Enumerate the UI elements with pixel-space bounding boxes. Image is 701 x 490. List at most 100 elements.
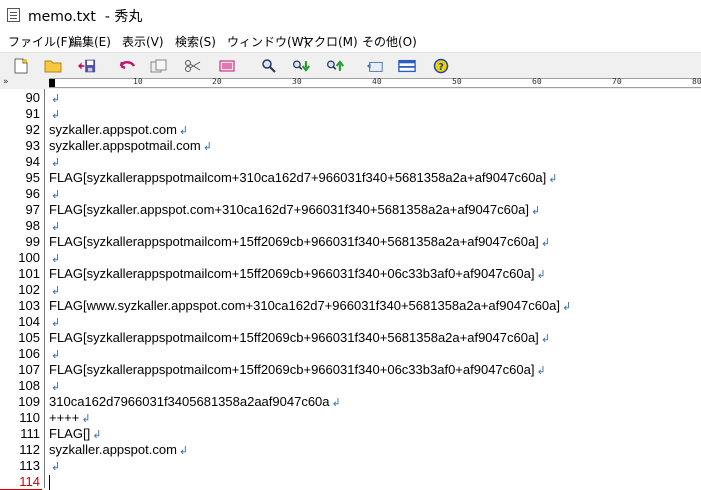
eol-mark-icon: ↲ [81,413,91,425]
text-line[interactable]: ↲ [49,250,60,267]
line-number: 112 [19,442,40,457]
line-number: 90 [25,90,40,105]
eol-mark-icon: ↲ [51,157,61,169]
eol-mark-icon: ↲ [331,397,341,409]
line-text: FLAG[syzkallerappspotmailcom+15ff2069cb+… [49,330,539,345]
text-line[interactable]: ↲ [49,154,60,171]
menu-view[interactable]: 表示(V) [122,33,164,50]
text-line[interactable]: FLAG[www.syzkaller.appspot.com+310ca162d… [49,298,571,315]
line-text: FLAG[] [49,426,91,441]
text-line[interactable]: ↲ [49,106,60,123]
text-line[interactable]: FLAG[syzkallerappspotmailcom+310ca162d7+… [49,170,558,187]
text-line[interactable]: syzkaller.appspotmail.com ↲ [49,138,212,155]
line-number: 111 [20,426,40,441]
text-line[interactable]: FLAG[syzkallerappspotmailcom+15ff2069cb+… [49,234,550,251]
new-file-icon[interactable] [12,57,30,75]
text-line[interactable]: ↲ [49,314,60,331]
text-line[interactable]: 310ca162d7966031f3405681358a2aaf9047c60a… [49,394,341,411]
line-number: 105 [18,330,40,345]
menu-other[interactable]: その他(O) [362,33,417,50]
line-number: 98 [25,218,40,233]
cut-icon[interactable] [184,57,202,75]
line-number: 108 [18,378,40,393]
line-text: syzkaller.appspotmail.com [49,138,201,153]
find-next-down-icon[interactable] [292,57,310,75]
text-line[interactable]: FLAG[] ↲ [49,426,101,443]
help-icon[interactable]: ? [432,57,450,75]
line-number: 93 [25,138,40,153]
eol-mark-icon: ↲ [51,317,61,329]
save-icon[interactable] [78,57,96,75]
line-number: 97 [25,202,40,217]
title-bar: memo.txt - 秀丸 [0,0,701,31]
text-line[interactable]: ↲ [49,378,60,395]
text-line[interactable]: ↲ [49,282,60,299]
eol-mark-icon: ↲ [530,205,541,217]
text-line[interactable]: ↲ [49,346,60,363]
eol-mark-icon: ↲ [178,445,189,457]
eol-mark-icon: ↲ [51,349,61,361]
line-number-gutter: 90 91 92 93 94 95 96 97 98 99 100 101 102 103 104 105 10… [0,89,42,490]
text-line[interactable]: FLAG[syzkaller.appspot.com+310ca162d7+96… [49,202,540,219]
line-number: 95 [25,170,40,185]
line-number: 102 [18,282,40,297]
eol-mark-icon: ↲ [51,93,61,105]
grep-icon[interactable] [366,57,384,75]
eol-mark-icon: ↲ [51,221,61,233]
find-next-up-icon[interactable] [326,57,344,75]
eol-mark-icon: ↲ [51,253,61,265]
line-text: FLAG[syzkaller.appspot.com+310ca162d7+96… [49,202,529,217]
text-line[interactable]: ↲ [49,186,60,203]
undo-icon[interactable] [118,57,136,75]
eol-mark-icon: ↲ [51,189,61,201]
toolbar: ? [0,52,701,78]
menu-window[interactable]: ウィンドウ(W) [227,33,308,50]
line-number: 96 [25,186,40,201]
text-line[interactable]: FLAG[syzkallerappspotmailcom+15ff2069cb+… [49,330,550,347]
text-line[interactable]: syzkaller.appspot.com ↲ [49,122,188,139]
text-editor[interactable]: 90 91 92 93 94 95 96 97 98 99 100 101 102 103 104 105 10… [0,89,701,490]
line-number: 92 [25,122,40,137]
eol-mark-icon: ↲ [540,237,551,249]
line-number: 106 [18,346,40,361]
text-line[interactable]: ↲ [49,90,60,107]
text-line[interactable]: ++++ ↲ [49,410,91,427]
gutter-divider [44,89,45,488]
ruler-mark: 50 [452,77,462,86]
text-line[interactable]: ↲ [49,458,60,475]
ruler-mark: 20 [212,77,222,86]
line-text: 310ca162d7966031f3405681358a2aaf9047c60a [49,394,330,409]
line-number: 109 [18,394,40,409]
find-icon[interactable] [260,57,278,75]
eol-mark-icon: ↲ [536,269,546,281]
menu-bar: ファイル(F) 編集(E) 表示(V) 検索(S) ウィンドウ(W) マクロ(M… [0,31,701,51]
line-text: FLAG[syzkallerappspotmailcom+15ff2069cb+… [49,362,535,377]
text-line[interactable]: FLAG[syzkallerappspotmailcom+15ff2069cb+… [49,362,546,379]
line-number: 107 [18,362,40,377]
line-number: 94 [25,154,40,169]
ruler-mark: 40 [372,77,382,86]
ruler-mark: 30 [292,77,302,86]
eol-mark-icon: ↲ [536,365,546,377]
ruler-chevron[interactable]: » [3,77,9,87]
eol-mark-icon: ↲ [51,109,61,121]
line-text: FLAG[syzkallerappspotmailcom+310ca162d7+… [49,170,547,185]
menu-macro[interactable]: マクロ(M) [302,33,358,50]
copy-icon[interactable] [150,57,168,75]
split-window-icon[interactable] [398,57,416,75]
document-icon [7,8,20,22]
ruler-cursor-marker [49,79,55,87]
open-folder-icon[interactable] [44,57,62,75]
window-title: memo.txt - 秀丸 [28,9,143,25]
eol-mark-icon: ↲ [51,381,61,393]
menu-search[interactable]: 検索(S) [175,33,216,50]
menu-edit[interactable]: 編集(E) [70,33,111,50]
line-number: 104 [18,314,40,329]
text-line[interactable]: syzkaller.appspot.com ↲ [49,442,188,459]
line-number: 101 [18,266,40,281]
text-line[interactable]: FLAG[syzkallerappspotmailcom+15ff2069cb+… [49,266,546,283]
menu-file[interactable]: ファイル(F) [8,33,72,50]
eol-mark-icon: ↲ [178,125,189,137]
text-line[interactable]: ↲ [49,218,60,235]
paste-icon[interactable] [218,57,236,75]
